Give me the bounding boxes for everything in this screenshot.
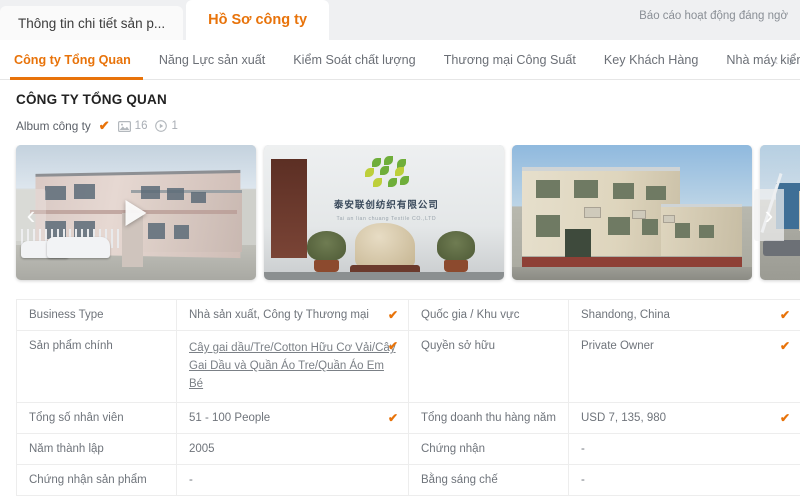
tab-company-profile[interactable]: Hồ Sơ công ty [186, 0, 330, 40]
row-value-patent: - [568, 464, 800, 497]
row-value-country-region: Shandong, China ✔ [568, 299, 800, 331]
video-count-group[interactable]: 1 [155, 120, 178, 132]
row-value-year-established: 2005 [176, 433, 409, 466]
nav-item-quality-control[interactable]: Kiểm Soát chất lượng [279, 40, 429, 80]
row-value-country-region-text: Shandong, China [581, 309, 670, 321]
image-icon [117, 120, 131, 132]
table-row: Business Type Nhà sản xuất, Công ty Thươ… [16, 299, 800, 331]
tab-product-details[interactable]: Thông tin chi tiết sản p... [0, 6, 184, 40]
company-info-table-wrapper: Business Type Nhà sản xuất, Công ty Thươ… [0, 285, 800, 497]
top-tabs-group: Thông tin chi tiết sản p... Hồ Sơ công t… [0, 0, 332, 40]
row-label-product-certification: Chứng nhận sản phẩm [16, 464, 177, 497]
lobby-sign-chinese-text: 泰安联创纺织有限公司 [333, 200, 439, 212]
row-value-annual-revenue-text: USD 7, 135, 980 [581, 412, 667, 425]
top-tab-bar: Thông tin chi tiết sản p... Hồ Sơ công t… [0, 0, 800, 40]
company-profile-page: Thông tin chi tiết sản p... Hồ Sơ công t… [0, 0, 800, 500]
nav-item-key-customers[interactable]: Key Khách Hàng [590, 40, 713, 80]
company-info-table-body: Business Type Nhà sản xuất, Công ty Thươ… [16, 299, 800, 497]
check-icon: ✔ [779, 339, 790, 353]
row-label-total-employees: Tổng số nhân viên [16, 402, 177, 435]
row-value-main-products: Cây gai dầu/Tre/Cotton Hữu Cơ Vải/Cây Ga… [176, 329, 409, 404]
nav-item-company-overview[interactable]: Công ty Tổng Quan [8, 40, 145, 80]
company-info-table: Business Type Nhà sản xuất, Công ty Thươ… [16, 299, 800, 497]
album-label: Album công ty [16, 119, 91, 133]
table-row: Chứng nhận sản phẩm - Bằng sáng chế - [16, 464, 800, 497]
nav-scroll-controls: ‹ › [773, 40, 794, 80]
row-label-country-region: Quốc gia / Khu vực [408, 299, 569, 331]
row-value-total-employees-text: 51 - 100 People [189, 412, 271, 425]
section-nav-bar: Công ty Tổng Quan Năng Lực sản xuất Kiểm… [0, 40, 800, 80]
nav-item-key-customers-label: Key Khách Hàng [603, 52, 699, 67]
company-album-carousel: 泰安联创纺织有限公司 Tai an lian chuang Textile CO… [0, 145, 800, 285]
chevron-right-icon[interactable]: › [788, 52, 794, 69]
row-value-product-certification-text: - [189, 474, 193, 487]
tab-product-details-label: Thông tin chi tiết sản p... [18, 15, 166, 31]
row-label-ownership: Quyền sở hữu [408, 329, 569, 404]
main-products-link[interactable]: Cây gai dầu/Tre/Cotton Hữu Cơ Vải/Cây Ga… [189, 340, 396, 393]
row-value-product-certification: - [176, 464, 409, 497]
check-icon: ✔ [779, 308, 790, 322]
row-value-certification: - [568, 433, 800, 466]
table-row: Năm thành lập 2005 Chứng nhận - [16, 433, 800, 466]
row-value-year-established-text: 2005 [189, 443, 215, 456]
company-overview-section: CÔNG TY TỔNG QUAN Album công ty ✔ 16 1 [0, 80, 800, 134]
table-row: Tổng số nhân viên 51 - 100 People ✔ Tổng… [16, 402, 800, 435]
row-label-main-products: Sản phẩm chính [16, 329, 177, 404]
row-value-annual-revenue: USD 7, 135, 980 ✔ [568, 402, 800, 435]
check-icon: ✔ [387, 339, 398, 353]
row-value-business-type: Nhà sản xuất, Công ty Thương mại ✔ [176, 299, 409, 331]
row-label-business-type: Business Type [16, 299, 177, 331]
report-suspicious-activity-link[interactable]: Báo cáo hoạt động đáng ngờ [639, 10, 788, 22]
nav-item-quality-control-label: Kiểm Soát chất lượng [293, 52, 416, 67]
play-circle-icon [155, 120, 168, 132]
nav-item-production-capacity-label: Năng Lực sản xuất [158, 52, 266, 67]
row-value-ownership-text: Private Owner [581, 340, 654, 352]
company-lobby-image: 泰安联创纺织有限公司 Tai an lian chuang Textile CO… [264, 145, 504, 280]
play-video-button[interactable] [125, 199, 147, 226]
page-title: CÔNG TY TỔNG QUAN [16, 92, 167, 107]
check-icon: ✔ [387, 308, 398, 322]
chevron-left-icon[interactable]: ‹ [773, 53, 778, 68]
row-value-patent-text: - [581, 474, 585, 487]
row-label-certification: Chứng nhận [408, 433, 569, 466]
check-icon: ✔ [387, 411, 398, 426]
check-icon: ✔ [779, 411, 790, 426]
company-logo-graphic [360, 155, 418, 191]
table-row: Sản phẩm chính Cây gai dầu/Tre/Cotton Hữ… [16, 329, 800, 404]
photo-count-label: 16 [134, 120, 148, 132]
nav-item-production-capacity[interactable]: Năng Lực sản xuất [145, 40, 279, 80]
row-label-patent: Bằng sáng chế [408, 464, 569, 497]
row-value-ownership: Private Owner ✔ [568, 329, 800, 404]
row-value-certification-text: - [581, 443, 585, 456]
row-label-annual-revenue: Tổng doanh thu hàng năm [408, 402, 569, 435]
row-label-year-established: Năm thành lập [16, 433, 177, 466]
album-meta-row: Album công ty ✔ 16 1 [16, 118, 784, 134]
nav-item-company-overview-label: Công ty Tổng Quan [14, 52, 131, 67]
tab-company-profile-label: Hồ Sơ công ty [208, 12, 308, 28]
carousel-slide-factory-exterior-video[interactable] [16, 145, 256, 280]
row-value-total-employees: 51 - 100 People ✔ [176, 402, 409, 435]
photo-count-group[interactable]: 16 [117, 120, 148, 132]
verified-check-icon: ✔ [98, 118, 110, 133]
nav-item-trade-capacity-label: Thương mại Công Suất [443, 52, 576, 67]
carousel-next-button[interactable]: › [754, 189, 784, 241]
carousel-slide-office-building[interactable] [512, 145, 752, 280]
row-value-business-type-text: Nhà sản xuất, Công ty Thương mại [189, 309, 369, 321]
video-count-label: 1 [171, 120, 178, 132]
nav-item-trade-capacity[interactable]: Thương mại Công Suất [430, 40, 590, 80]
carousel-slide-company-lobby-sign[interactable]: 泰安联创纺织有限公司 Tai an lian chuang Textile CO… [264, 145, 504, 280]
carousel-prev-button[interactable]: ‹ [16, 189, 46, 241]
office-building-image [512, 145, 752, 280]
